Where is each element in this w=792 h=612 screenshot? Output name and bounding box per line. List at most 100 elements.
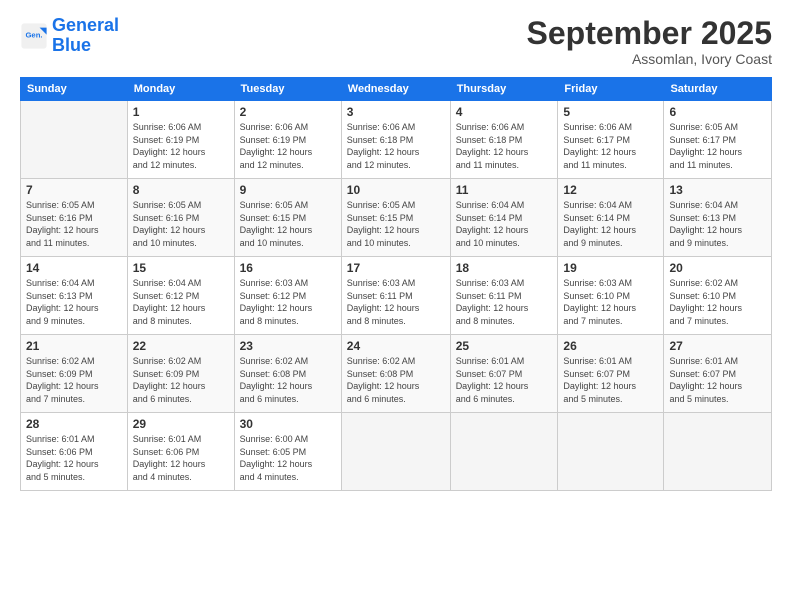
day-number: 13 <box>669 183 766 197</box>
calendar-cell: 22 Sunrise: 6:02 AM Sunset: 6:09 PM Dayli… <box>127 335 234 413</box>
calendar-cell <box>558 413 664 491</box>
logo-text: General Blue <box>52 16 119 56</box>
calendar-week-row: 1 Sunrise: 6:06 AM Sunset: 6:19 PM Daylig… <box>21 101 772 179</box>
day-info: Sunrise: 6:02 AM Sunset: 6:09 PM Dayligh… <box>133 355 229 405</box>
calendar-cell: 12Sunrise: 6:04 AM Sunset: 6:14 PM Dayli… <box>558 179 664 257</box>
calendar-cell: 29 Sunrise: 6:01 AM Sunset: 6:06 PM Dayli… <box>127 413 234 491</box>
day-info: Sunrise: 6:04 AM Sunset: 6:13 PM Dayligh… <box>669 199 766 249</box>
calendar-cell: 24 Sunrise: 6:02 AM Sunset: 6:08 PM Dayli… <box>341 335 450 413</box>
day-number: 28 <box>26 417 122 431</box>
day-number: 22 <box>133 339 229 353</box>
calendar-week-row: 28 Sunrise: 6:01 AM Sunset: 6:06 PM Dayli… <box>21 413 772 491</box>
calendar-cell: 16 Sunrise: 6:03 AM Sunset: 6:12 PM Dayli… <box>234 257 341 335</box>
day-info: Sunrise: 6:03 AM Sunset: 6:10 PM Dayligh… <box>563 277 658 327</box>
calendar-cell: 10 Sunrise: 6:05 AM Sunset: 6:15 PM Dayli… <box>341 179 450 257</box>
day-number: 5 <box>563 105 658 119</box>
calendar-cell: 5 Sunrise: 6:06 AM Sunset: 6:17 PM Daylig… <box>558 101 664 179</box>
day-info: Sunrise: 6:06 AM Sunset: 6:18 PM Dayligh… <box>347 121 445 171</box>
day-number: 20 <box>669 261 766 275</box>
day-number: 24 <box>347 339 445 353</box>
calendar-cell: 19 Sunrise: 6:03 AM Sunset: 6:10 PM Dayli… <box>558 257 664 335</box>
calendar-cell: 8Sunrise: 6:05 AM Sunset: 6:16 PM Daylig… <box>127 179 234 257</box>
calendar-header-cell: Tuesday <box>234 78 341 101</box>
day-number: 6 <box>669 105 766 119</box>
title-block: September 2025 Assomlan, Ivory Coast <box>527 16 772 67</box>
header: Gen. General Blue September 2025 Assomla… <box>20 16 772 67</box>
day-info: Sunrise: 6:06 AM Sunset: 6:17 PM Dayligh… <box>563 121 658 171</box>
calendar-week-row: 7 Sunrise: 6:05 AM Sunset: 6:16 PM Daylig… <box>21 179 772 257</box>
day-info: Sunrise: 6:01 AM Sunset: 6:07 PM Dayligh… <box>669 355 766 405</box>
day-info: Sunrise: 6:06 AM Sunset: 6:18 PM Dayligh… <box>456 121 553 171</box>
day-number: 17 <box>347 261 445 275</box>
calendar-week-row: 21Sunrise: 6:02 AM Sunset: 6:09 PM Dayli… <box>21 335 772 413</box>
calendar-cell: 18 Sunrise: 6:03 AM Sunset: 6:11 PM Dayli… <box>450 257 558 335</box>
day-info: Sunrise: 6:03 AM Sunset: 6:11 PM Dayligh… <box>456 277 553 327</box>
calendar-header-cell: Saturday <box>664 78 772 101</box>
day-info: Sunrise: 6:05 AM Sunset: 6:16 PM Dayligh… <box>26 199 122 249</box>
day-info: Sunrise: 6:00 AM Sunset: 6:05 PM Dayligh… <box>240 433 336 483</box>
day-number: 26 <box>563 339 658 353</box>
day-number: 29 <box>133 417 229 431</box>
day-info: Sunrise: 6:03 AM Sunset: 6:12 PM Dayligh… <box>240 277 336 327</box>
calendar-cell: 3 Sunrise: 6:06 AM Sunset: 6:18 PM Daylig… <box>341 101 450 179</box>
calendar-cell: 14Sunrise: 6:04 AM Sunset: 6:13 PM Dayli… <box>21 257 128 335</box>
day-number: 16 <box>240 261 336 275</box>
day-info: Sunrise: 6:02 AM Sunset: 6:08 PM Dayligh… <box>347 355 445 405</box>
calendar-cell: 11Sunrise: 6:04 AM Sunset: 6:14 PM Dayli… <box>450 179 558 257</box>
day-number: 3 <box>347 105 445 119</box>
calendar-header-cell: Sunday <box>21 78 128 101</box>
day-number: 4 <box>456 105 553 119</box>
logo: Gen. General Blue <box>20 16 119 56</box>
day-info: Sunrise: 6:01 AM Sunset: 6:07 PM Dayligh… <box>563 355 658 405</box>
calendar-cell <box>664 413 772 491</box>
calendar-header-cell: Wednesday <box>341 78 450 101</box>
day-info: Sunrise: 6:02 AM Sunset: 6:09 PM Dayligh… <box>26 355 122 405</box>
calendar-header-cell: Thursday <box>450 78 558 101</box>
calendar-cell: 25 Sunrise: 6:01 AM Sunset: 6:07 PM Dayli… <box>450 335 558 413</box>
calendar-cell: 30 Sunrise: 6:00 AM Sunset: 6:05 PM Dayli… <box>234 413 341 491</box>
calendar-header-cell: Friday <box>558 78 664 101</box>
calendar-cell: 13 Sunrise: 6:04 AM Sunset: 6:13 PM Dayli… <box>664 179 772 257</box>
day-number: 19 <box>563 261 658 275</box>
calendar-cell <box>21 101 128 179</box>
day-number: 1 <box>133 105 229 119</box>
calendar-cell: 17 Sunrise: 6:03 AM Sunset: 6:11 PM Dayli… <box>341 257 450 335</box>
day-info: Sunrise: 6:05 AM Sunset: 6:17 PM Dayligh… <box>669 121 766 171</box>
calendar-cell: 9 Sunrise: 6:05 AM Sunset: 6:15 PM Daylig… <box>234 179 341 257</box>
day-info: Sunrise: 6:01 AM Sunset: 6:06 PM Dayligh… <box>133 433 229 483</box>
day-info: Sunrise: 6:05 AM Sunset: 6:15 PM Dayligh… <box>240 199 336 249</box>
day-info: Sunrise: 6:01 AM Sunset: 6:06 PM Dayligh… <box>26 433 122 483</box>
svg-text:Gen.: Gen. <box>25 30 42 39</box>
month-title: September 2025 <box>527 16 772 51</box>
day-info: Sunrise: 6:04 AM Sunset: 6:14 PM Dayligh… <box>563 199 658 249</box>
day-info: Sunrise: 6:03 AM Sunset: 6:11 PM Dayligh… <box>347 277 445 327</box>
logo-line2: Blue <box>52 36 119 56</box>
page: Gen. General Blue September 2025 Assomla… <box>0 0 792 612</box>
calendar-cell: 15Sunrise: 6:04 AM Sunset: 6:12 PM Dayli… <box>127 257 234 335</box>
day-number: 30 <box>240 417 336 431</box>
day-number: 8 <box>133 183 229 197</box>
logo-icon: Gen. <box>20 22 48 50</box>
calendar-cell: 27 Sunrise: 6:01 AM Sunset: 6:07 PM Dayli… <box>664 335 772 413</box>
day-number: 15 <box>133 261 229 275</box>
day-number: 11 <box>456 183 553 197</box>
day-info: Sunrise: 6:06 AM Sunset: 6:19 PM Dayligh… <box>133 121 229 171</box>
day-info: Sunrise: 6:05 AM Sunset: 6:15 PM Dayligh… <box>347 199 445 249</box>
logo-line1: General <box>52 15 119 35</box>
day-number: 27 <box>669 339 766 353</box>
day-info: Sunrise: 6:01 AM Sunset: 6:07 PM Dayligh… <box>456 355 553 405</box>
calendar-cell: 26 Sunrise: 6:01 AM Sunset: 6:07 PM Dayli… <box>558 335 664 413</box>
day-number: 25 <box>456 339 553 353</box>
calendar-body: 1 Sunrise: 6:06 AM Sunset: 6:19 PM Daylig… <box>21 101 772 491</box>
calendar-cell: 6 Sunrise: 6:05 AM Sunset: 6:17 PM Daylig… <box>664 101 772 179</box>
calendar-cell: 7 Sunrise: 6:05 AM Sunset: 6:16 PM Daylig… <box>21 179 128 257</box>
day-number: 9 <box>240 183 336 197</box>
day-number: 7 <box>26 183 122 197</box>
location: Assomlan, Ivory Coast <box>527 51 772 67</box>
calendar-header-cell: Monday <box>127 78 234 101</box>
day-info: Sunrise: 6:06 AM Sunset: 6:19 PM Dayligh… <box>240 121 336 171</box>
day-number: 10 <box>347 183 445 197</box>
day-number: 18 <box>456 261 553 275</box>
calendar-cell: 23Sunrise: 6:02 AM Sunset: 6:08 PM Dayli… <box>234 335 341 413</box>
calendar-cell: 21Sunrise: 6:02 AM Sunset: 6:09 PM Dayli… <box>21 335 128 413</box>
